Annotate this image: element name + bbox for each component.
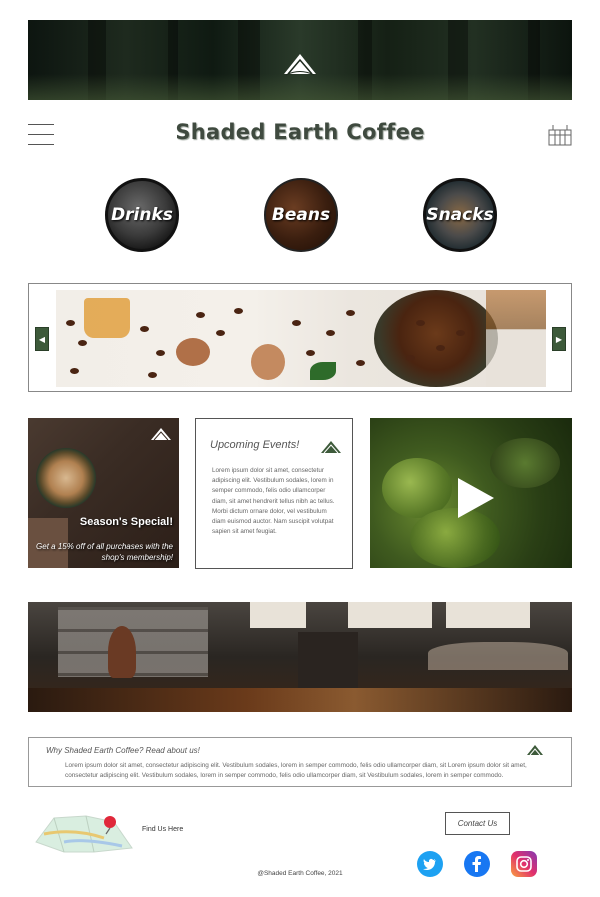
mountain-logo-icon [284, 54, 316, 76]
carousel-slide-image [56, 290, 546, 387]
category-drinks-button[interactable]: Drinks [105, 178, 179, 252]
category-beans-button[interactable]: Beans [264, 178, 338, 252]
seasons-special-card[interactable]: Season's Special! Get a 15% off of all p… [28, 418, 179, 568]
promo-title: Season's Special! [79, 516, 173, 528]
cafe-interior-image [28, 602, 572, 712]
contact-us-button[interactable]: Contact Us [445, 812, 510, 835]
find-us-link[interactable]: Find Us Here [142, 826, 183, 833]
play-icon[interactable] [458, 478, 494, 518]
about-body: Lorem ipsum dolor sit amet, consectetur … [65, 762, 527, 779]
mountain-logo-icon [321, 441, 341, 454]
chevron-right-icon[interactable]: ▶ [552, 327, 566, 351]
category-label: Beans [271, 205, 331, 225]
video-player[interactable] [370, 418, 572, 568]
category-label: Drinks [111, 205, 173, 225]
category-label: Snacks [426, 205, 494, 225]
category-snacks-button[interactable]: Snacks [423, 178, 497, 252]
events-title: Upcoming Events! [210, 439, 300, 451]
hero-banner-image [28, 20, 572, 100]
mountain-logo-icon [527, 745, 543, 756]
promo-text: Get a 15% off of all purchases with the … [36, 542, 173, 562]
map-icon[interactable] [34, 812, 134, 854]
chevron-left-icon[interactable]: ◀ [35, 327, 49, 351]
image-carousel: ◀ ▶ [28, 283, 572, 392]
about-us-section[interactable]: Why Shaded Earth Coffee? Read about us! … [28, 737, 572, 787]
about-title[interactable]: Why Shaded Earth Coffee? Read about us! [46, 746, 200, 755]
mountain-logo-icon [151, 428, 171, 441]
brand-title: Shaded Earth Coffee [175, 120, 425, 144]
copyright-text: @Shaded Earth Coffee, 2021 [257, 870, 343, 877]
basket-icon[interactable] [548, 124, 572, 146]
upcoming-events-card: Upcoming Events! Lorem ipsum dolor sit a… [195, 418, 353, 569]
events-body: Lorem ipsum dolor sit amet, consectetur … [212, 467, 335, 536]
